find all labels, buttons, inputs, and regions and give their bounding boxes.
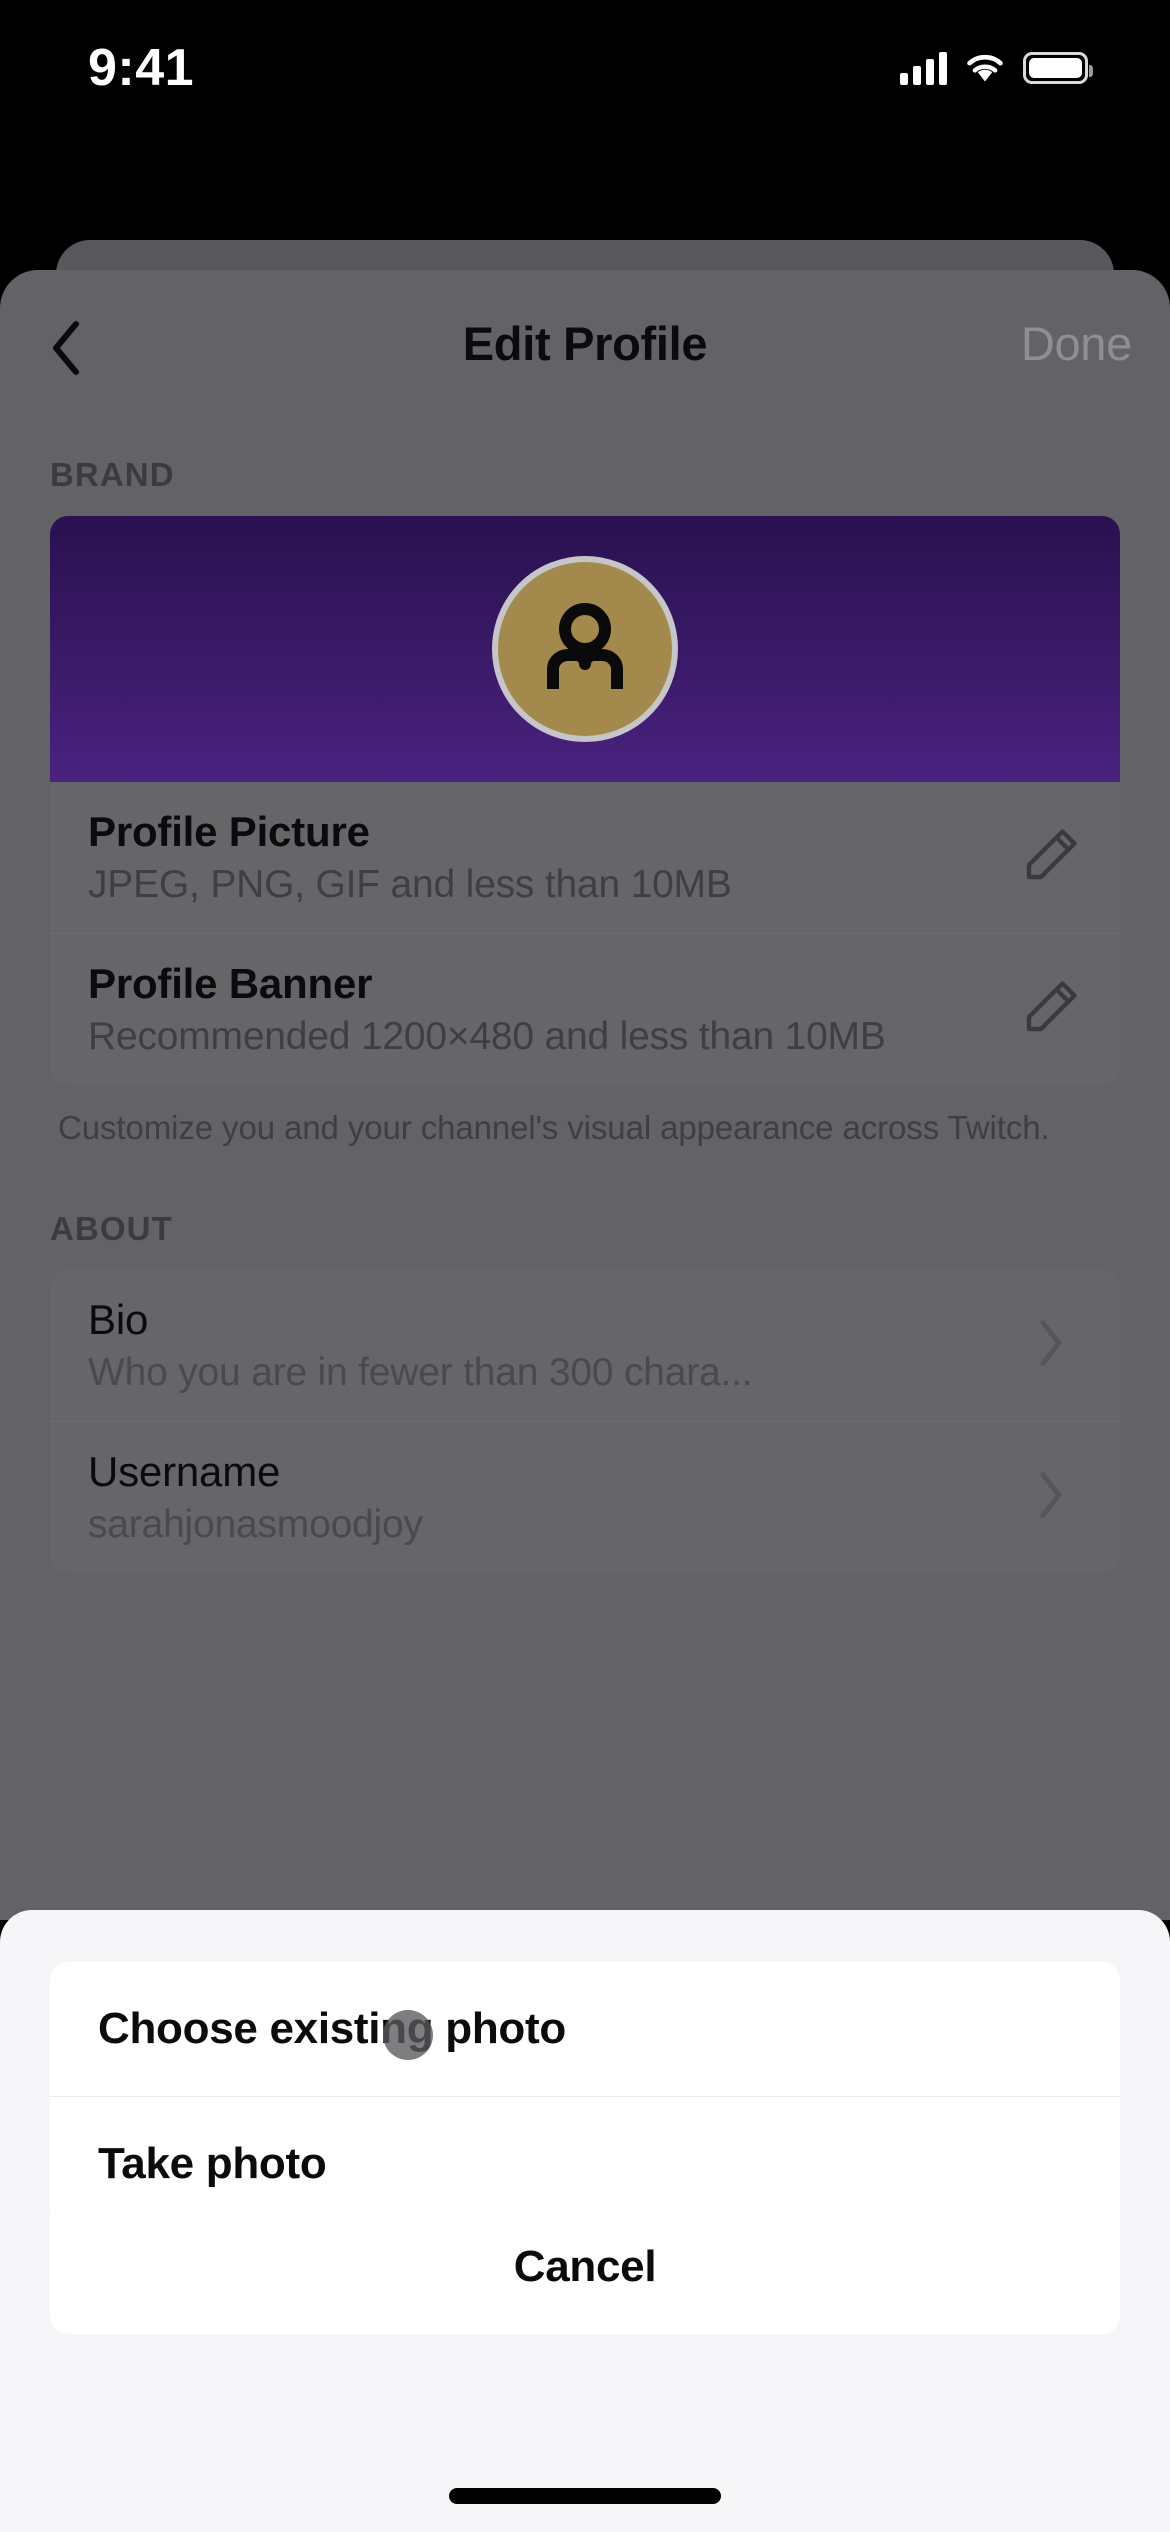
brand-card: Profile Picture JPEG, PNG, GIF and less …	[50, 516, 1120, 1086]
status-bar-time: 9:41	[88, 39, 195, 97]
row-title: Username	[88, 1447, 281, 1495]
row-profile-picture[interactable]: Profile Picture JPEG, PNG, GIF and less …	[50, 782, 1120, 933]
cancel-button[interactable]: Cancel	[50, 2200, 1120, 2334]
edit-profile-page: Edit Profile Done BRAND Profile Picture …	[0, 270, 1170, 1920]
row-disclosure	[1016, 1319, 1086, 1372]
choose-existing-photo-button[interactable]: Choose existing photo	[50, 1962, 1120, 2096]
status-bar-indicators	[900, 46, 1093, 90]
avatar[interactable]	[492, 556, 678, 742]
row-title: Profile Picture	[88, 808, 370, 855]
profile-banner-preview[interactable]	[50, 516, 1120, 782]
pencil-edit-icon	[1020, 976, 1082, 1043]
action-sheet-cancel-group: Cancel	[50, 2200, 1120, 2334]
chevron-right-icon	[1038, 1471, 1064, 1524]
row-title: Profile Banner	[88, 960, 373, 1008]
row-text: Username sarahjonasmoodjoy	[88, 1446, 1016, 1549]
navigation-bar: Edit Profile Done	[0, 270, 1170, 430]
wifi-icon	[964, 52, 1006, 84]
row-subtitle: Who you are in fewer than 300 chara...	[88, 1351, 753, 1395]
done-button[interactable]: Done	[1021, 316, 1132, 371]
brand-section-footer: Customize you and your channel's visual …	[58, 1109, 1050, 1147]
row-subtitle: Recommended 1200×480 and less than 10MB	[88, 1015, 886, 1059]
about-card: Bio Who you are in fewer than 300 chara.…	[50, 1269, 1120, 1574]
battery-icon	[1023, 52, 1093, 84]
pencil-edit-icon	[1020, 824, 1082, 891]
edit-profile-picture-button[interactable]	[1016, 824, 1086, 891]
row-disclosure	[1016, 1471, 1086, 1524]
row-profile-banner[interactable]: Profile Banner Recommended 1200×480 and …	[50, 933, 1120, 1085]
row-bio[interactable]: Bio Who you are in fewer than 300 chara.…	[50, 1270, 1120, 1421]
row-text: Profile Banner Recommended 1200×480 and …	[88, 958, 1016, 1061]
brand-section-header: BRAND	[50, 456, 175, 493]
person-avatar-icon	[529, 593, 641, 705]
row-subtitle: sarahjonasmoodjoy	[88, 1503, 423, 1547]
action-sheet: Choose existing photo Take photo Cancel	[0, 1910, 1170, 2532]
chevron-right-icon	[1038, 1319, 1064, 1372]
row-username[interactable]: Username sarahjonasmoodjoy	[50, 1420, 1120, 1573]
phone-screen: 9:41 Edit Profile Done BRAND Profile Pic…	[0, 0, 1170, 2532]
edit-profile-banner-button[interactable]	[1016, 976, 1086, 1043]
about-section-header: ABOUT	[50, 1209, 173, 1247]
status-bar: 9:41	[0, 0, 1170, 140]
action-sheet-options: Choose existing photo Take photo	[50, 1962, 1120, 2230]
home-indicator	[449, 2488, 721, 2504]
row-title: Bio	[88, 1295, 149, 1343]
page-title: Edit Profile	[462, 317, 708, 370]
cellular-signal-icon	[900, 51, 947, 85]
row-subtitle: JPEG, PNG, GIF and less than 10MB	[88, 863, 732, 907]
row-text: Profile Picture JPEG, PNG, GIF and less …	[88, 806, 1016, 909]
row-text: Bio Who you are in fewer than 300 chara.…	[88, 1294, 1016, 1397]
